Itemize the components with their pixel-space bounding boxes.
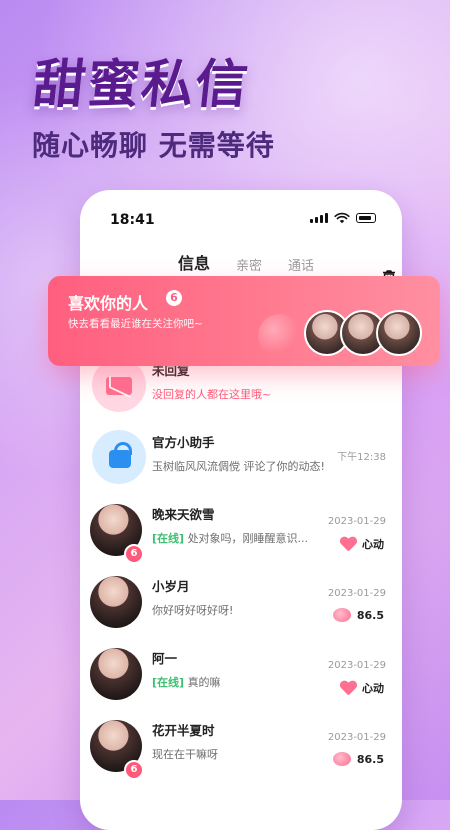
user-name: 阿一 [152, 651, 178, 666]
banner-avatars [304, 310, 422, 356]
list-item-user[interactable]: 6 晚来天欲雪 [在线] 处对象吗，刚睡醒意识... 2023-01-29 心动 [80, 494, 402, 564]
heartbeat-indicator: 心动 [340, 536, 384, 552]
liked-you-banner[interactable]: 喜欢你的人 6 快去看看最近谁在关注你吧~ [48, 276, 440, 366]
list-item-assistant[interactable]: 官方小助手 玉树临风风流倜傥 评论了你的动态! 下午12:38 [80, 422, 402, 492]
heart-blob-icon [332, 608, 351, 622]
signal-icon [310, 213, 328, 223]
score-value: 86.5 [356, 752, 384, 766]
online-status: [在线] [152, 676, 185, 689]
list-item-user[interactable]: 6 花开半夏时 现在在干嘛呀 2023-01-29 86.5 [80, 710, 402, 780]
message-text: 处对象吗，刚睡醒意识... [187, 532, 309, 545]
banner-count-badge: 6 [166, 290, 182, 306]
message-text: 现在在干嘛呀 [152, 748, 218, 761]
hero-subtitle: 随心畅聊 无需等待 [32, 129, 275, 162]
row-date: 2023-01-29 [327, 660, 386, 671]
tab-calls[interactable]: 通话 [288, 255, 314, 274]
battery-icon [356, 213, 376, 223]
user-message: 你好呀好呀好呀! [152, 602, 233, 618]
row-date: 2023-01-29 [327, 588, 386, 599]
unread-badge: 6 [124, 760, 144, 780]
bag-icon [92, 430, 146, 484]
row-date: 2023-01-29 [327, 732, 386, 743]
row-date: 2023-01-29 [327, 516, 386, 527]
avatar [376, 310, 422, 356]
wifi-icon [334, 212, 350, 224]
heartbeat-indicator: 心动 [340, 680, 384, 696]
heart-icon [340, 681, 356, 695]
heart-blob-icon [332, 752, 351, 766]
list-item-user[interactable]: 阿一 [在线] 真的嘛 2023-01-29 心动 [80, 638, 402, 708]
message-text: 真的嘛 [187, 676, 221, 689]
status-bar: 18:41 [80, 190, 402, 236]
hero-title: 甜蜜私信 [30, 55, 253, 115]
tab-messages[interactable]: 信息 [178, 250, 210, 282]
unread-badge: 6 [124, 544, 144, 564]
list-item-user[interactable]: 小岁月 你好呀好呀好呀! 2023-01-29 86.5 [80, 566, 402, 636]
score-indicator: 86.5 [332, 608, 384, 622]
row-time: 下午12:38 [337, 452, 386, 463]
banner-subtitle: 快去看看最近谁在关注你吧~ [68, 318, 203, 330]
user-name: 花开半夏时 [152, 723, 215, 738]
decorative-heart-bubble [258, 314, 302, 358]
heart-icon [340, 537, 356, 551]
heartbeat-label: 心动 [362, 538, 384, 551]
status-time: 18:41 [110, 212, 155, 228]
status-icons [310, 212, 376, 224]
envelope-icon [92, 358, 146, 412]
tab-intimate[interactable]: 亲密 [236, 255, 262, 274]
online-status: [在线] [152, 532, 185, 545]
score-indicator: 86.5 [332, 752, 384, 766]
user-name: 小岁月 [152, 579, 190, 594]
avatar[interactable] [90, 576, 142, 628]
row-message: 没回复的人都在这里哦~ [152, 388, 272, 401]
row-message: 玉树临风风流倜傥 评论了你的动态! [152, 460, 325, 473]
heartbeat-label: 心动 [362, 682, 384, 695]
user-message: [在线] 处对象吗，刚睡醒意识... [152, 530, 308, 546]
user-name: 晚来天欲雪 [152, 507, 215, 522]
banner-title: 喜欢你的人 [68, 294, 149, 313]
top-tabs: 信息 亲密 通话 [178, 250, 314, 282]
row-title: 官方小助手 [152, 435, 215, 450]
message-text: 你好呀好呀好呀! [152, 604, 234, 617]
score-value: 86.5 [356, 608, 384, 622]
user-message: [在线] 真的嘛 [152, 674, 221, 690]
avatar[interactable] [90, 648, 142, 700]
user-message: 现在在干嘛呀 [152, 746, 218, 762]
